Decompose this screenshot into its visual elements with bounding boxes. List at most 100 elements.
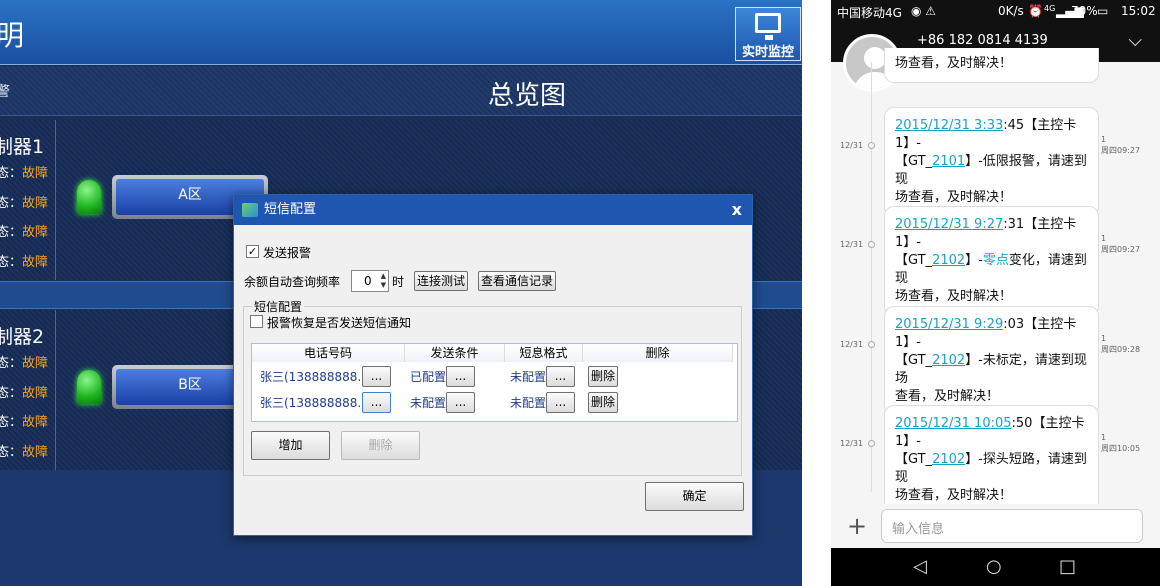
condition-cell: 未配置: [410, 396, 447, 410]
alarm-menu-label[interactable]: 警: [0, 81, 10, 101]
timestamp-link[interactable]: 2015/12/31 9:27: [895, 217, 1003, 232]
phone-edit-button[interactable]: ...: [362, 366, 391, 387]
sms-app-icon: [242, 203, 258, 217]
timestamp-link[interactable]: 2015/12/31 9:29: [895, 317, 1003, 332]
send-alarm-label: 发送报警: [263, 246, 312, 260]
format-edit-button[interactable]: ...: [546, 392, 575, 413]
battery-level: 70%: [1071, 4, 1098, 18]
col-delete: 删除: [583, 344, 733, 362]
condition-edit-button[interactable]: ...: [446, 366, 475, 387]
format-cell: 未配置: [510, 370, 547, 384]
message-bubble[interactable]: 2015/12/31 3:33:45【主控卡1】- 【GT_2101】-低限报警…: [884, 107, 1099, 217]
overview-bar: 警 总览图: [0, 66, 802, 116]
status-line: 态：故障: [0, 255, 49, 270]
green-lamp-icon: [77, 180, 101, 214]
controller-title: 制器2: [0, 326, 45, 348]
sms-config-dialog: 短信配置 x ✓ 发送报警 余额自动查询频率 0 ▲ ▼ 时 连接测试 查看通信记录…: [233, 194, 753, 536]
alarm-icon: ⏰: [1028, 4, 1043, 18]
gt-link[interactable]: 2102: [932, 253, 965, 268]
message-time: 1 周四09:27: [1101, 135, 1141, 155]
add-icon[interactable]: +: [847, 512, 867, 540]
timestamp-link[interactable]: 2015/12/31 10:05: [895, 416, 1012, 431]
send-alarm-checkbox[interactable]: ✓: [246, 245, 259, 258]
format-cell: 未配置: [510, 396, 547, 410]
gt-link[interactable]: 2102: [932, 353, 965, 368]
condition-edit-button[interactable]: ...: [446, 392, 475, 413]
app-title: 明: [0, 19, 25, 52]
timeline-line: [871, 62, 872, 492]
status-fault: 故障: [22, 356, 49, 371]
connect-test-button[interactable]: 连接测试: [414, 271, 468, 291]
sim-tag-icon: 1: [1101, 433, 1107, 442]
message-date: 12/31: [840, 141, 864, 150]
phone-sms-screen: 中国移动4G ◉ ⚠ 0K/s ⏰ 4G ▂▄▆ 70% ▭ 15:02 +86…: [831, 0, 1160, 586]
monitor-icon: [755, 13, 781, 40]
message-text: 场查看，及时解决！: [895, 56, 1013, 71]
net-speed: 0K/s: [998, 4, 1024, 18]
chevron-down-icon[interactable]: ⌵: [1128, 30, 1142, 51]
carrier: 中国移动4G: [837, 6, 902, 20]
phone-edit-button[interactable]: ...: [362, 392, 391, 413]
back-icon[interactable]: ◁: [913, 556, 927, 577]
view-records-button[interactable]: 查看通信记录: [478, 271, 556, 291]
status-line: 态：故障: [0, 386, 49, 401]
message-bubble[interactable]: 2015/12/31 10:05:50【主控卡1】- 【GT_2102】-探头短…: [884, 405, 1099, 515]
ok-button[interactable]: 确定: [645, 482, 744, 511]
status-fault: 故障: [22, 445, 49, 460]
controller-title: 制器1: [0, 136, 45, 158]
message-time: 1 周四09:28: [1101, 334, 1141, 354]
status-fault: 故障: [22, 415, 49, 430]
timeline-dot: [868, 440, 875, 447]
gt-link[interactable]: 2102: [932, 452, 965, 467]
compose-bar: + 输入信息: [831, 504, 1160, 548]
phone-cell: 张三(138888888...: [260, 370, 369, 384]
status-fault: 故障: [22, 196, 49, 211]
dialog-titlebar[interactable]: 短信配置 x: [234, 195, 752, 225]
monitor-app: 明 实时监控 警 总览图 制器1 态：故障 态：故障 态：故障 态：故障 A区 …: [0, 0, 802, 586]
status-line: 态：故障: [0, 445, 49, 460]
message-bubble[interactable]: 2015/12/31 9:27:31【主控卡1】- 【GT_2102】-零点变化…: [884, 206, 1099, 316]
realtime-monitor-button[interactable]: 实时监控: [735, 7, 801, 61]
realtime-monitor-label: 实时监控: [741, 45, 794, 60]
sim-tag-icon: 1: [1101, 334, 1107, 343]
message-time: 1 周四09:27: [1101, 234, 1141, 254]
close-button[interactable]: x: [732, 195, 742, 225]
message-date: 12/31: [840, 439, 864, 448]
row-delete-button[interactable]: 删除: [588, 366, 618, 387]
gt-link[interactable]: 2101: [932, 154, 965, 169]
sim-tag-icon: 1: [1101, 234, 1107, 243]
status-line: 态：故障: [0, 196, 49, 211]
clock: 15:02: [1121, 4, 1156, 18]
sim-icon: ◉ ⚠: [911, 4, 937, 18]
add-button[interactable]: 增加: [251, 431, 330, 460]
nav-bar: ◁ ○ □: [831, 548, 1160, 586]
spin-up-icon: ▲: [380, 272, 386, 280]
delete-button[interactable]: 删除: [341, 431, 420, 460]
highlight-text: 零点: [982, 253, 1009, 268]
condition-cell: 已配置: [410, 370, 447, 384]
col-format: 短息格式: [505, 344, 583, 362]
battery-icon: ▭: [1097, 4, 1109, 18]
status-fault: 故障: [22, 255, 49, 270]
recover-notify-checkbox[interactable]: [250, 315, 263, 328]
freq-spinbox[interactable]: 0 ▲ ▼: [351, 270, 389, 292]
message-input[interactable]: 输入信息: [881, 509, 1143, 543]
timeline-dot: [868, 341, 875, 348]
row-delete-button[interactable]: 删除: [588, 392, 618, 413]
format-edit-button[interactable]: ...: [546, 366, 575, 387]
message-date: 12/31: [840, 340, 864, 349]
status-line: 态：故障: [0, 166, 49, 181]
col-condition: 发送条件: [405, 344, 505, 362]
status-line: 态：故障: [0, 356, 49, 371]
message-bubble[interactable]: 2015/12/31 9:29:03【主控卡1】- 【GT_2102】-未标定，…: [884, 306, 1099, 416]
home-icon[interactable]: ○: [986, 556, 1002, 577]
freq-unit: 时: [392, 275, 405, 289]
recents-icon[interactable]: □: [1059, 556, 1076, 577]
message-bubble[interactable]: 场查看，及时解决！: [884, 48, 1099, 83]
message-date: 12/31: [840, 240, 864, 249]
phone-table: 电话号码 发送条件 短息格式 删除 张三(138888888... ... 已配…: [251, 343, 738, 422]
timestamp-link[interactable]: 2015/12/31 3:33: [895, 118, 1003, 133]
sim-tag-icon: 1: [1101, 135, 1107, 144]
status-line: 态：故障: [0, 225, 49, 240]
recover-notify-label: 报警恢复是否发送短信通知: [267, 316, 412, 330]
